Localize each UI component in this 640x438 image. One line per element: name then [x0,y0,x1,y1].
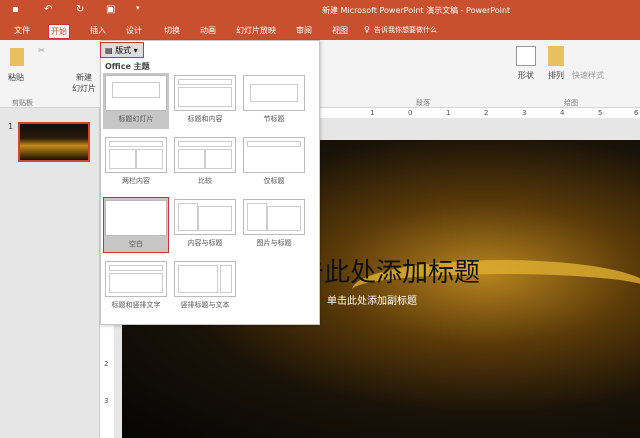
layout-vertical-title-text[interactable]: 竖排标题与文本 [172,259,238,315]
layout-label: 标题幻灯片 [118,115,154,123]
layout-picture-caption[interactable]: 图片与标题 [241,197,307,253]
shapes-button[interactable]: 形状 [518,70,534,81]
ruler-tick: 1 [446,109,451,117]
subtitle-placeholder[interactable]: 单击此处添加副标题 [327,292,417,307]
layout-blank[interactable]: 空白 [103,197,169,253]
layout-label: 图片与标题 [256,239,292,247]
slide-thumbnail[interactable] [18,122,90,162]
layout-title-slide[interactable]: 标题幻灯片 [103,73,169,129]
layout-comparison[interactable]: 比较 [172,135,238,191]
window-title: 新建 Microsoft PowerPoint 演示文稿 - PowerPoin… [322,6,511,15]
layout-title-vertical-text[interactable]: 标题和竖排文字 [103,259,169,315]
present-icon[interactable]: ▣ [106,4,115,15]
ruler-tick: 0 [408,109,413,117]
ruler-tick: 5 [598,109,603,117]
layout-two-content[interactable]: 两栏内容 [103,135,169,191]
layout-label: 内容与标题 [187,239,223,247]
layout-label: 两栏内容 [122,177,150,185]
title-bar: ▪ ↶ ↻ ▣ ▾ 新建 Microsoft PowerPoint 演示文稿 -… [0,0,640,20]
layout-dropdown: Office 主题 标题幻灯片 标题和内容 节标题 两栏内容 比较 仅标题 空白… [100,40,320,325]
drawing-group-label: 绘图 [564,99,578,107]
paste-icon[interactable] [10,48,24,66]
layout-title-only[interactable]: 仅标题 [241,135,307,191]
bulb-icon: ♀ [364,25,370,34]
cut-icon[interactable]: ✂ [38,46,45,55]
layout-title-content[interactable]: 标题和内容 [172,73,238,129]
tab-animations[interactable]: 动画 [198,24,218,37]
ruler-tick: 3 [104,397,109,405]
ruler-tick: 6 [634,109,639,117]
ruler-tick: 3 [522,109,527,117]
gallery-header: Office 主题 [105,62,150,71]
ruler-tick: 4 [560,109,565,117]
layout-icon: ▤ [105,46,116,55]
quick-styles-button[interactable]: 快速样式 [572,70,604,81]
new-slide-button[interactable]: 新建 幻灯片 [72,72,96,94]
layout-section-header[interactable]: 节标题 [241,73,307,129]
horizontal-ruler: 1 0 1 2 3 4 5 6 [320,108,640,118]
layout-button[interactable]: ▤ 版式 ▾ [100,42,144,58]
tab-file[interactable]: 文件 [12,24,32,37]
tab-view[interactable]: 视图 [330,24,350,37]
tab-slideshow[interactable]: 幻灯片放映 [234,24,278,37]
paragraph-group-label: 段落 [416,99,430,107]
layout-label: 标题和竖排文字 [111,301,161,309]
layout-label: 节标题 [263,115,285,123]
layout-label: 竖排标题与文本 [180,301,230,309]
tell-me-input[interactable]: 告诉我你想要做什么 [372,24,439,36]
layout-label: 比较 [198,177,212,185]
tab-design[interactable]: 设计 [124,24,144,37]
layout-label: 仅标题 [263,177,285,185]
layout-content-caption[interactable]: 内容与标题 [172,197,238,253]
tab-transitions[interactable]: 切换 [162,24,182,37]
layout-button-label: 版式 [115,46,132,55]
ruler-tick: 1 [370,109,375,117]
arrange-icon[interactable] [548,46,564,66]
customize-icon[interactable]: ▾ [136,4,140,12]
clipboard-group-label: 剪贴板 [12,99,33,107]
ruler-tick: 2 [484,109,489,117]
thumbnail-number: 1 [8,122,14,131]
vertical-ruler: 2 3 [100,325,114,438]
paste-button[interactable]: 粘贴 [8,72,24,83]
tab-insert[interactable]: 插入 [88,24,108,37]
shapes-icon[interactable] [516,46,536,66]
tab-review[interactable]: 审阅 [294,24,314,37]
undo-icon[interactable]: ↶ [44,4,52,15]
layout-label: 空白 [129,240,143,248]
redo-icon[interactable]: ↻ [76,4,84,15]
save-icon[interactable]: ▪ [12,4,19,15]
arrange-button[interactable]: 排列 [548,70,564,81]
tab-home[interactable]: 开始 [48,24,70,39]
ruler-tick: 2 [104,360,109,368]
layout-label: 标题和内容 [187,115,223,123]
ribbon-tabs: 文件 开始 插入 设计 切换 动画 幻灯片放映 审阅 视图 ♀ 告诉我你想要做什… [0,20,640,40]
ribbon: 粘贴 ✂ 新建 幻灯片 剪贴板 段落 绘图 形状 排列 快速样式 [0,40,640,108]
